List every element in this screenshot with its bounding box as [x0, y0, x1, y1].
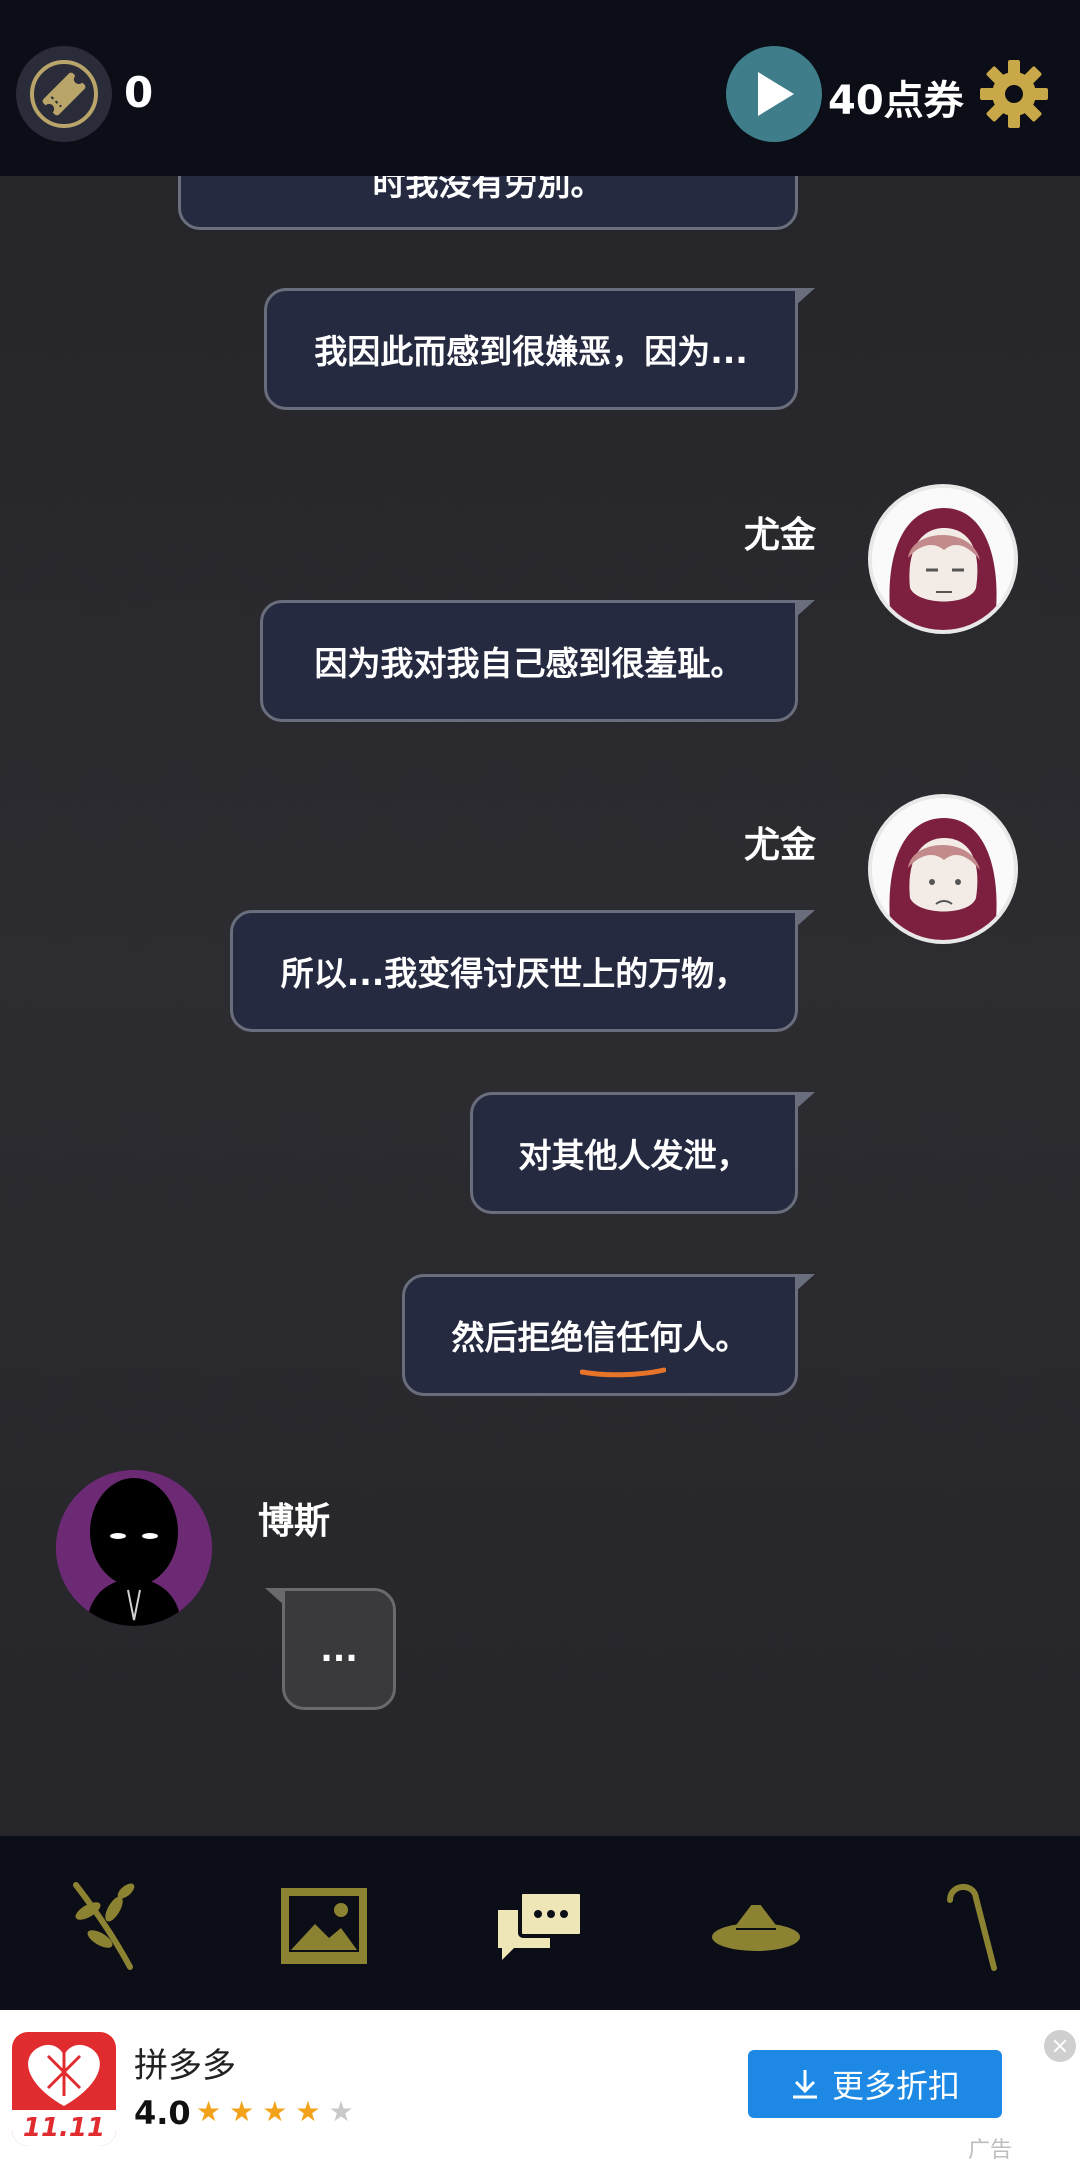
message-bubble: 因为我对我自己感到很羞耻。 [260, 600, 815, 722]
play-icon[interactable] [726, 46, 822, 142]
ad-tag: 广告 [968, 2138, 1013, 2160]
message-text: 所以...我变得讨厌世上的万物， [280, 954, 748, 993]
message-text: 因为我对我自己感到很羞耻。 [314, 644, 744, 683]
message-bubble: 我因此而感到很嫌恶，因为... [264, 288, 815, 410]
bottom-nav [0, 1836, 1080, 2010]
speaker-name: 尤金 [744, 825, 817, 866]
rating-stars: ★ ★ ★ ★ ★ [196, 2096, 354, 2128]
chat-icon[interactable] [490, 1876, 590, 1976]
avatar [868, 484, 1018, 634]
message-text: ... [320, 1629, 358, 1669]
message-bubble: 对其他人发泄， [470, 1092, 815, 1214]
speaker-name: 尤金 [744, 515, 817, 556]
chat-area[interactable]: 时我没有労別。 我因此而感到很嫌恶，因为... 尤金 因为我对我自己感到很羞耻。… [0, 176, 1080, 1836]
avatar [56, 1470, 212, 1626]
message-bubble: ... [265, 1588, 396, 1710]
gallery-icon[interactable] [274, 1876, 374, 1976]
message-text: 对其他人发泄， [518, 1136, 750, 1175]
highlight-underline [580, 1367, 666, 1378]
ad-banner[interactable]: 11.11 拼多多 4.0 ★ ★ ★ ★ ★ 更多折扣 × 广告 [0, 2010, 1080, 2160]
download-button-label: 更多折扣 [831, 2067, 960, 2105]
points-label[interactable]: 40点券 [828, 68, 964, 126]
star-icon: ★ [262, 2095, 288, 2128]
speaker-name: 博斯 [258, 1501, 331, 1542]
ticket-icon[interactable] [16, 46, 112, 142]
logo-text: 11.11 [12, 2110, 116, 2146]
close-icon[interactable]: × [1044, 2030, 1076, 2062]
star-icon: ★ [229, 2095, 255, 2128]
gear-icon[interactable] [978, 58, 1050, 130]
star-icon: ★ [196, 2095, 222, 2128]
message-text: 我因此而感到很嫌恶，因为... [314, 332, 748, 371]
star-icon: ★ [295, 2095, 321, 2128]
hat-icon[interactable] [706, 1876, 806, 1976]
cane-icon[interactable] [922, 1876, 1022, 1976]
branch-icon[interactable] [56, 1876, 156, 1976]
ad-rating: 4.0 [134, 2094, 191, 2132]
avatar [868, 794, 1018, 944]
download-icon [792, 2070, 817, 2099]
top-bar: 0 40点券 [0, 0, 1080, 176]
star-icon: ★ [328, 2095, 354, 2128]
message-text: 时我没有労別。 [372, 176, 604, 203]
message-bubble: 时我没有労別。 [178, 176, 798, 230]
download-button[interactable]: 更多折扣 [748, 2050, 1002, 2118]
ticket-count: 0 [124, 68, 154, 117]
message-bubble: 所以...我变得讨厌世上的万物， [230, 910, 815, 1032]
app-logo: 11.11 [12, 2032, 116, 2146]
message-text: 然后拒绝信任何人。 [451, 1318, 749, 1357]
ad-app-name: 拼多多 [134, 2046, 236, 2086]
